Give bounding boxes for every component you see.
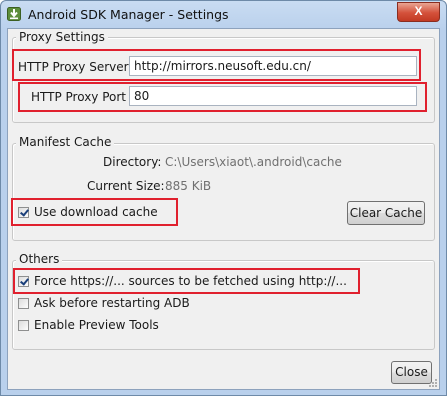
settings-window: Android SDK Manager - Settings X Proxy S…	[0, 0, 447, 396]
title-bar[interactable]: Android SDK Manager - Settings X	[1, 1, 446, 28]
proxy-settings-legend: Proxy Settings	[16, 30, 108, 44]
current-size-label: Current Size:	[87, 179, 165, 193]
directory-value: C:\Users\xiaot\.android\cache	[165, 155, 342, 169]
proxy-server-highlight	[12, 49, 421, 81]
ask-restart-adb-label[interactable]: Ask before restarting ADB	[34, 296, 190, 310]
current-size-value: 885 KiB	[165, 179, 212, 193]
resize-grip-icon[interactable]	[428, 378, 438, 388]
enable-preview-tools-label[interactable]: Enable Preview Tools	[34, 318, 159, 332]
window-close-button[interactable]: X	[397, 2, 440, 22]
ask-restart-adb-checkbox[interactable]	[18, 298, 29, 309]
clear-cache-button[interactable]: Clear Cache	[347, 201, 425, 225]
dialog-body: Proxy Settings HTTP Proxy Server http://…	[7, 28, 440, 390]
download-icon	[7, 7, 21, 21]
enable-preview-tools-checkbox[interactable]	[18, 320, 29, 331]
force-http-highlight	[13, 268, 360, 294]
window-title: Android SDK Manager - Settings	[28, 7, 229, 22]
directory-label: Directory:	[103, 155, 162, 169]
close-button[interactable]: Close	[391, 361, 432, 384]
proxy-port-highlight	[18, 82, 427, 112]
others-legend: Others	[16, 252, 63, 266]
manifest-cache-legend: Manifest Cache	[16, 135, 115, 149]
use-cache-highlight	[11, 198, 178, 226]
